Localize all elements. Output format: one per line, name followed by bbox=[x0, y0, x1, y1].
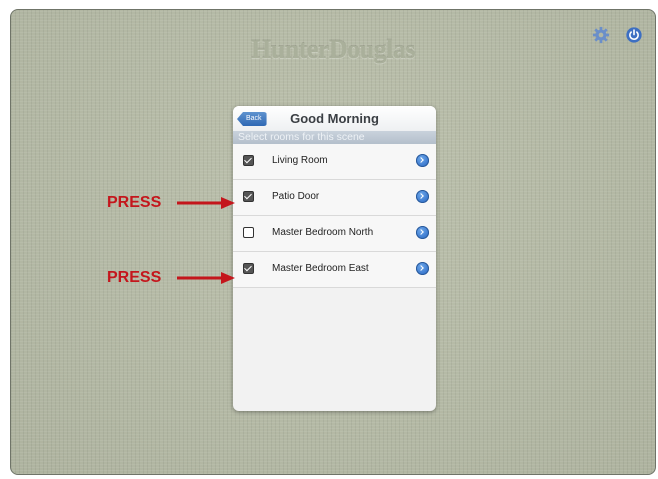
room-row-master-bedroom-east[interactable]: Master Bedroom East bbox=[233, 252, 436, 288]
gear-icon[interactable] bbox=[592, 26, 610, 44]
scene-panel: Back Good Morning Select rooms for this … bbox=[233, 106, 436, 411]
room-checkbox[interactable] bbox=[243, 227, 254, 238]
room-row-patio-door[interactable]: Patio Door bbox=[233, 180, 436, 216]
room-label: Master Bedroom East bbox=[272, 263, 369, 274]
room-row-master-bedroom-north[interactable]: Master Bedroom North bbox=[233, 216, 436, 252]
press-callout-2: PRESS bbox=[107, 268, 239, 288]
press-callout-1: PRESS bbox=[107, 193, 239, 213]
panel-header: Back Good Morning bbox=[233, 106, 436, 131]
app-screen: HunterDouglas Back Good Morning Select r… bbox=[10, 9, 656, 475]
detail-disclosure-icon[interactable] bbox=[416, 154, 429, 167]
detail-disclosure-icon[interactable] bbox=[416, 262, 429, 275]
panel-subtitle: Select rooms for this scene bbox=[233, 131, 436, 144]
detail-disclosure-icon[interactable] bbox=[416, 226, 429, 239]
room-label: Patio Door bbox=[272, 191, 320, 202]
room-checkbox[interactable] bbox=[243, 191, 254, 202]
room-row-living-room[interactable]: Living Room bbox=[233, 144, 436, 180]
callout-text: PRESS bbox=[107, 194, 162, 211]
brand-logo: HunterDouglas bbox=[251, 35, 415, 64]
arrow-right-icon bbox=[177, 197, 235, 209]
detail-disclosure-icon[interactable] bbox=[416, 190, 429, 203]
room-label: Master Bedroom North bbox=[272, 227, 374, 238]
arrow-right-icon bbox=[177, 272, 235, 284]
room-label: Living Room bbox=[272, 155, 328, 166]
callout-text: PRESS bbox=[107, 269, 162, 286]
panel-title: Good Morning bbox=[290, 111, 379, 126]
room-checkbox[interactable] bbox=[243, 263, 254, 274]
room-checkbox[interactable] bbox=[243, 155, 254, 166]
power-icon[interactable] bbox=[625, 26, 643, 44]
